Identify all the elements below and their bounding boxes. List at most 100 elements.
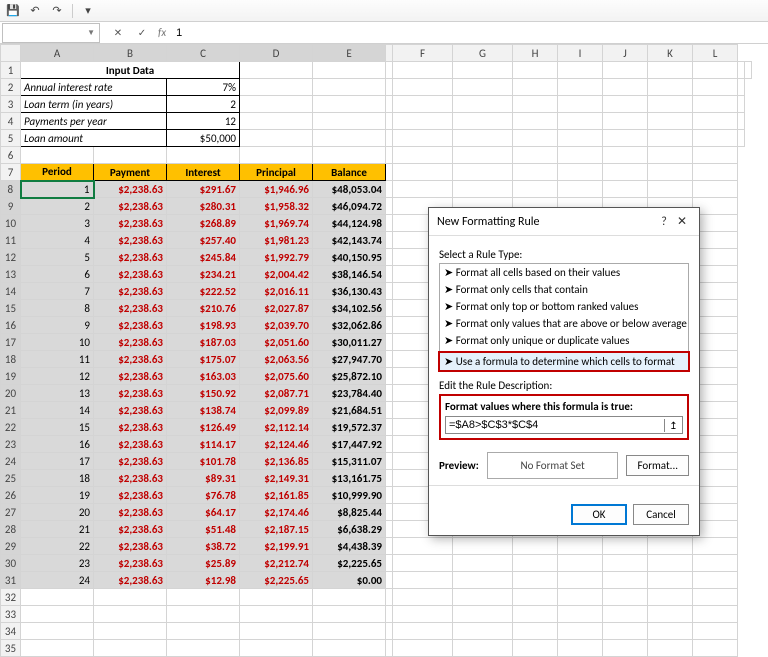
rule-type-option[interactable]: ➤ Format all cells based on their values xyxy=(440,264,688,281)
cell[interactable] xyxy=(313,130,386,147)
row-header[interactable]: 24 xyxy=(1,453,21,470)
row-header[interactable]: 18 xyxy=(1,351,21,368)
balance-cell[interactable]: $38,146.54 xyxy=(313,266,386,283)
name-box[interactable]: ▼ xyxy=(2,23,100,43)
cell[interactable] xyxy=(453,113,513,130)
row-header[interactable]: 27 xyxy=(1,504,21,521)
cell[interactable] xyxy=(313,147,386,164)
input-label[interactable]: Payments per year xyxy=(21,113,167,130)
row-header[interactable]: 22 xyxy=(1,419,21,436)
customize-dropdown-icon[interactable]: ▾ xyxy=(81,4,95,18)
period-cell[interactable]: 21 xyxy=(21,521,94,538)
table-header[interactable]: Principal xyxy=(240,164,313,181)
cell[interactable] xyxy=(21,623,94,640)
cell[interactable] xyxy=(513,640,558,657)
cell[interactable] xyxy=(693,96,738,113)
payment-cell[interactable]: $2,238.63 xyxy=(94,181,167,198)
cell[interactable] xyxy=(386,470,393,487)
period-cell[interactable]: 10 xyxy=(21,334,94,351)
cell[interactable] xyxy=(94,623,167,640)
principal-cell[interactable]: $1,946.96 xyxy=(240,181,313,198)
row-header[interactable]: 35 xyxy=(1,640,21,657)
cancel-formula-icon[interactable]: ✕ xyxy=(110,25,126,41)
period-cell[interactable]: 19 xyxy=(21,487,94,504)
balance-cell[interactable]: $40,150.95 xyxy=(313,249,386,266)
cell[interactable] xyxy=(386,79,393,96)
balance-cell[interactable]: $48,053.04 xyxy=(313,181,386,198)
cell[interactable] xyxy=(558,164,603,181)
payment-cell[interactable]: $2,238.63 xyxy=(94,402,167,419)
cell[interactable] xyxy=(393,113,453,130)
cell[interactable] xyxy=(693,147,738,164)
cell[interactable] xyxy=(240,640,313,657)
cell[interactable] xyxy=(558,79,603,96)
balance-cell[interactable]: $0.00 xyxy=(313,572,386,589)
balance-cell[interactable]: $6,638.29 xyxy=(313,521,386,538)
col-header[interactable]: G xyxy=(453,45,513,62)
col-header[interactable]: H xyxy=(513,45,558,62)
cell[interactable] xyxy=(558,538,603,555)
input-label[interactable]: Loan term (in years) xyxy=(21,96,167,113)
cell[interactable] xyxy=(453,147,513,164)
cell[interactable] xyxy=(386,504,393,521)
cell[interactable] xyxy=(558,62,603,79)
period-cell[interactable]: 24 xyxy=(21,572,94,589)
cell[interactable] xyxy=(393,572,453,589)
cell[interactable] xyxy=(603,147,648,164)
row-header[interactable]: 3 xyxy=(1,96,21,113)
payment-cell[interactable]: $2,238.63 xyxy=(94,334,167,351)
row-header[interactable]: 16 xyxy=(1,317,21,334)
cell[interactable] xyxy=(386,62,393,79)
period-cell[interactable]: 2 xyxy=(21,198,94,215)
cell[interactable] xyxy=(386,589,393,606)
redo-icon[interactable]: ↷ xyxy=(50,4,64,18)
principal-cell[interactable]: $1,969.74 xyxy=(240,215,313,232)
cell[interactable] xyxy=(648,79,693,96)
balance-cell[interactable]: $27,947.70 xyxy=(313,351,386,368)
cell[interactable] xyxy=(603,623,648,640)
rule-type-option[interactable]: ➤ Format only cells that contain xyxy=(440,281,688,298)
interest-cell[interactable]: $51.48 xyxy=(167,521,240,538)
cell[interactable] xyxy=(21,589,94,606)
close-icon[interactable]: ✕ xyxy=(673,214,691,229)
cell[interactable] xyxy=(693,181,738,198)
cell[interactable] xyxy=(453,62,513,79)
table-header[interactable]: Balance xyxy=(313,164,386,181)
cell[interactable] xyxy=(648,164,693,181)
cell[interactable] xyxy=(240,79,313,96)
cell[interactable] xyxy=(386,300,393,317)
cell[interactable] xyxy=(745,62,752,79)
row-header[interactable]: 34 xyxy=(1,623,21,640)
payment-cell[interactable]: $2,238.63 xyxy=(94,249,167,266)
interest-cell[interactable]: $187.03 xyxy=(167,334,240,351)
rule-type-list[interactable]: ➤ Format all cells based on their values… xyxy=(439,263,689,371)
cell[interactable] xyxy=(386,402,393,419)
principal-cell[interactable]: $2,087.71 xyxy=(240,385,313,402)
payment-cell[interactable]: $2,238.63 xyxy=(94,368,167,385)
period-cell[interactable]: 12 xyxy=(21,368,94,385)
row-header[interactable]: 20 xyxy=(1,385,21,402)
principal-cell[interactable]: $2,063.56 xyxy=(240,351,313,368)
cell[interactable] xyxy=(453,130,513,147)
input-value[interactable]: 12 xyxy=(167,113,240,130)
payment-cell[interactable]: $2,238.63 xyxy=(94,351,167,368)
payment-cell[interactable]: $2,238.63 xyxy=(94,317,167,334)
help-icon[interactable]: ? xyxy=(655,215,673,229)
balance-cell[interactable]: $32,062.86 xyxy=(313,317,386,334)
row-header[interactable]: 19 xyxy=(1,368,21,385)
balance-cell[interactable]: $17,447.92 xyxy=(313,436,386,453)
cell[interactable] xyxy=(648,96,693,113)
cell[interactable] xyxy=(386,266,393,283)
cell[interactable] xyxy=(648,62,693,79)
cell[interactable] xyxy=(603,130,648,147)
principal-cell[interactable]: $1,958.32 xyxy=(240,198,313,215)
cell[interactable] xyxy=(453,640,513,657)
cell[interactable] xyxy=(386,96,393,113)
cell[interactable] xyxy=(558,96,603,113)
period-cell[interactable]: 5 xyxy=(21,249,94,266)
interest-cell[interactable]: $126.49 xyxy=(167,419,240,436)
col-header[interactable]: A xyxy=(21,45,94,62)
cell[interactable] xyxy=(393,623,453,640)
cell[interactable] xyxy=(240,62,313,79)
cell[interactable] xyxy=(386,181,393,198)
